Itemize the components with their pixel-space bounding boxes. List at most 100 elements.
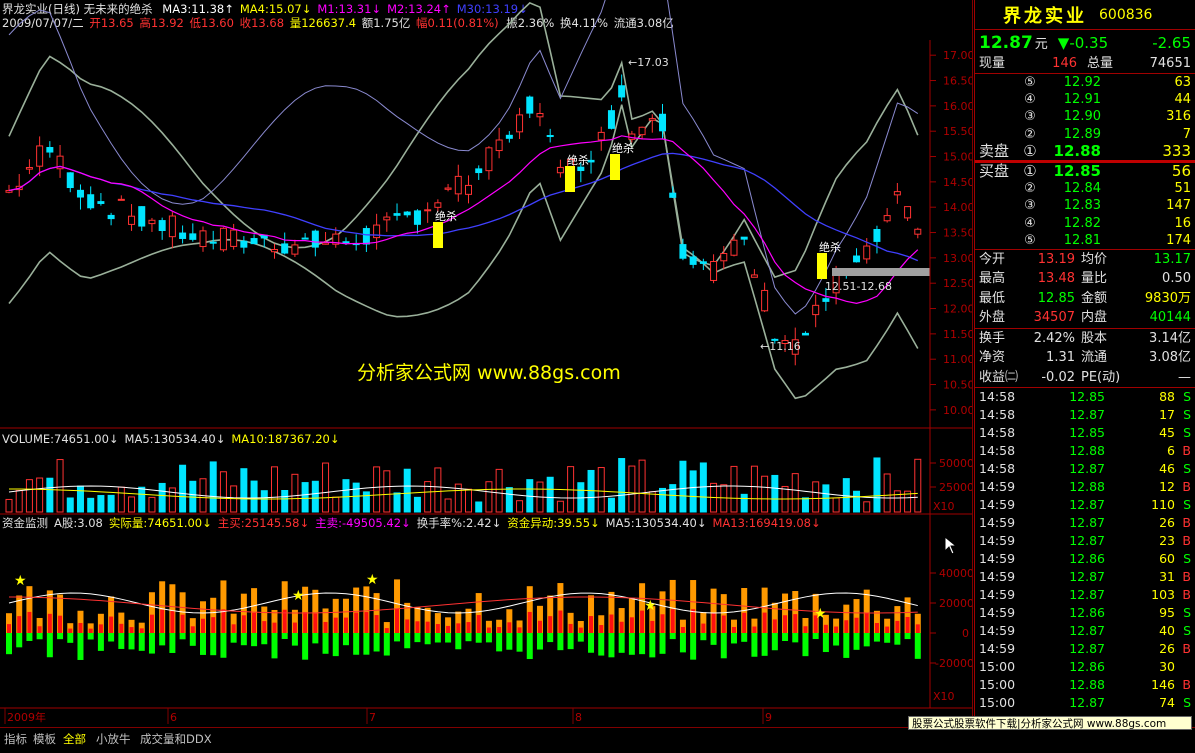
tick-time: 14:58 <box>979 389 1016 405</box>
candle-body <box>495 139 503 152</box>
price-axis-tick: 13.00 <box>943 252 972 265</box>
tick-row[interactable]: 14:58 12.85 88 S <box>975 388 1195 406</box>
fund-sell-bar <box>46 633 53 658</box>
volume-bar <box>689 470 697 513</box>
tick-row[interactable]: 14:58 12.85 45 S <box>975 424 1195 442</box>
tick-volume: 95 <box>1159 605 1175 620</box>
tick-row[interactable]: 15:00 12.86 30 <box>975 658 1195 676</box>
candle-body <box>536 112 544 118</box>
bottom-tab[interactable]: 成交量和DDX <box>140 731 212 747</box>
volume-bar <box>505 487 513 513</box>
volume-bar <box>342 479 350 513</box>
tick-direction: S <box>1183 622 1191 638</box>
fund-sell-bar <box>914 633 921 659</box>
stat-row: 净资 1.31 流通 3.08亿 <box>975 348 1195 368</box>
volume-legend-item: VOLUME:74651.00↓ <box>2 432 119 446</box>
bottom-tab[interactable]: 模板 <box>33 731 56 747</box>
tick-list[interactable]: 14:58 12.85 88 S 14:58 12.87 17 S 14:58 12.85 45 S 1… <box>975 388 1195 711</box>
tick-time: 14:59 <box>979 497 1016 513</box>
fund-main-buy-bar <box>803 626 808 633</box>
tick-row[interactable]: 14:59 12.87 26 B <box>975 514 1195 532</box>
volume-bar <box>607 497 615 513</box>
tick-direction: B <box>1182 676 1191 692</box>
volume-bar <box>669 484 677 513</box>
candle-body <box>904 206 912 219</box>
fund-sell-bar <box>822 633 829 653</box>
stat-value: 3.08亿 <box>1149 350 1191 366</box>
fund-sell-bar <box>690 633 697 660</box>
stat-row: 最高 13.48 量比 0.50 <box>975 269 1195 289</box>
fund-main-buy-bar <box>160 609 165 633</box>
tick-row[interactable]: 14:58 12.87 17 S <box>975 406 1195 424</box>
tick-row[interactable]: 14:59 12.87 26 B <box>975 640 1195 658</box>
stat-key: 股本 <box>1081 330 1108 346</box>
tick-row[interactable]: 14:58 12.87 46 S <box>975 460 1195 478</box>
signal-label: 绝杀 <box>612 141 634 155</box>
tick-row[interactable]: 14:59 12.87 40 S <box>975 622 1195 640</box>
tick-row[interactable]: 14:58 12.88 6 B <box>975 442 1195 460</box>
stat-key: 最低 <box>979 290 1006 306</box>
tick-time: 14:59 <box>979 605 1016 620</box>
price-axis-tick: 16.50 <box>943 75 972 88</box>
candle-body <box>209 241 217 244</box>
tick-price: 12.87 <box>1069 407 1105 423</box>
order-level: ① <box>1023 161 1037 180</box>
price-unit: 元 <box>1034 37 1048 52</box>
bottom-tab[interactable]: 全部 <box>63 731 86 747</box>
tick-row[interactable]: 14:59 12.87 31 B <box>975 568 1195 586</box>
fund-sell-bar <box>894 633 901 645</box>
stock-code: 600836 <box>1099 6 1153 23</box>
fund-main-buy-bar <box>364 612 369 633</box>
stat-key: 流通 <box>1081 350 1108 366</box>
order-side-label <box>979 74 1017 91</box>
volume-ma10-line <box>8 488 918 500</box>
tick-row[interactable]: 14:59 12.87 103 B <box>975 586 1195 604</box>
order-side-label: 卖盘 <box>979 141 1010 160</box>
candle-body <box>270 248 278 253</box>
bottom-tab[interactable]: 指标 <box>4 731 27 747</box>
candle-body <box>322 242 330 245</box>
fund-main-buy-bar <box>395 608 400 633</box>
tick-time: 14:59 <box>979 479 1016 495</box>
tick-direction: B <box>1182 587 1191 603</box>
fund-sell-bar <box>598 633 605 656</box>
bottom-tab[interactable]: 小放牛 <box>96 731 131 747</box>
order-side-label <box>979 91 1017 108</box>
candle-body <box>219 227 227 251</box>
tick-row[interactable]: 14:59 12.86 95 S <box>975 604 1195 622</box>
chart-area[interactable]: 界龙实业(日线) 无未来的绝杀 MA3:11.38↑ MA4:15.07↓ M1:1… <box>0 0 973 727</box>
volume-bar <box>332 496 340 513</box>
volume-bar <box>107 494 115 513</box>
volume-bar <box>475 501 483 513</box>
tick-price: 12.86 <box>1069 551 1105 567</box>
tick-row[interactable]: 15:00 12.87 74 S <box>975 694 1195 712</box>
band-lower-line <box>8 104 919 400</box>
tick-price: 12.86 <box>1069 658 1105 674</box>
fund-sell-bar <box>36 633 43 640</box>
fund-main-buy-bar <box>854 617 859 633</box>
tick-row[interactable]: 14:59 12.86 60 S <box>975 550 1195 568</box>
tick-row[interactable]: 15:00 12.88 146 B <box>975 676 1195 694</box>
tick-direction: S <box>1183 497 1191 513</box>
candle-body <box>393 213 401 216</box>
candle-body <box>25 167 33 170</box>
signal-marker <box>433 222 443 248</box>
volume-bar <box>373 466 381 513</box>
fund-sell-bar <box>353 633 360 655</box>
star-icon: ★ <box>814 606 827 622</box>
tick-row[interactable]: 14:59 12.87 23 B <box>975 532 1195 550</box>
tick-volume: 6 <box>1167 443 1175 459</box>
candle-body <box>168 215 176 238</box>
tick-row[interactable]: 14:59 12.87 110 S <box>975 496 1195 514</box>
bid-book: 买盘 ① 12.85 56 ② 12.84 51 ③ 12.83 147 ④ 12.82 16 ⑤ 12.8… <box>975 161 1195 249</box>
tick-price: 12.85 <box>1069 389 1105 405</box>
volume-bar <box>291 473 299 513</box>
tick-row[interactable]: 14:59 12.88 12 B <box>975 478 1195 496</box>
fund-sell-bar <box>77 633 84 660</box>
volume-bar <box>76 485 84 513</box>
stat-value: 13.17 <box>1153 251 1191 267</box>
last-price: 12.87 <box>979 33 1033 53</box>
promo-banner[interactable]: 股票公式股票软件下载|分析家公式网 www.88gs.com <box>908 716 1192 730</box>
tick-direction: B <box>1182 515 1191 531</box>
band-upper-line <box>8 1 919 279</box>
